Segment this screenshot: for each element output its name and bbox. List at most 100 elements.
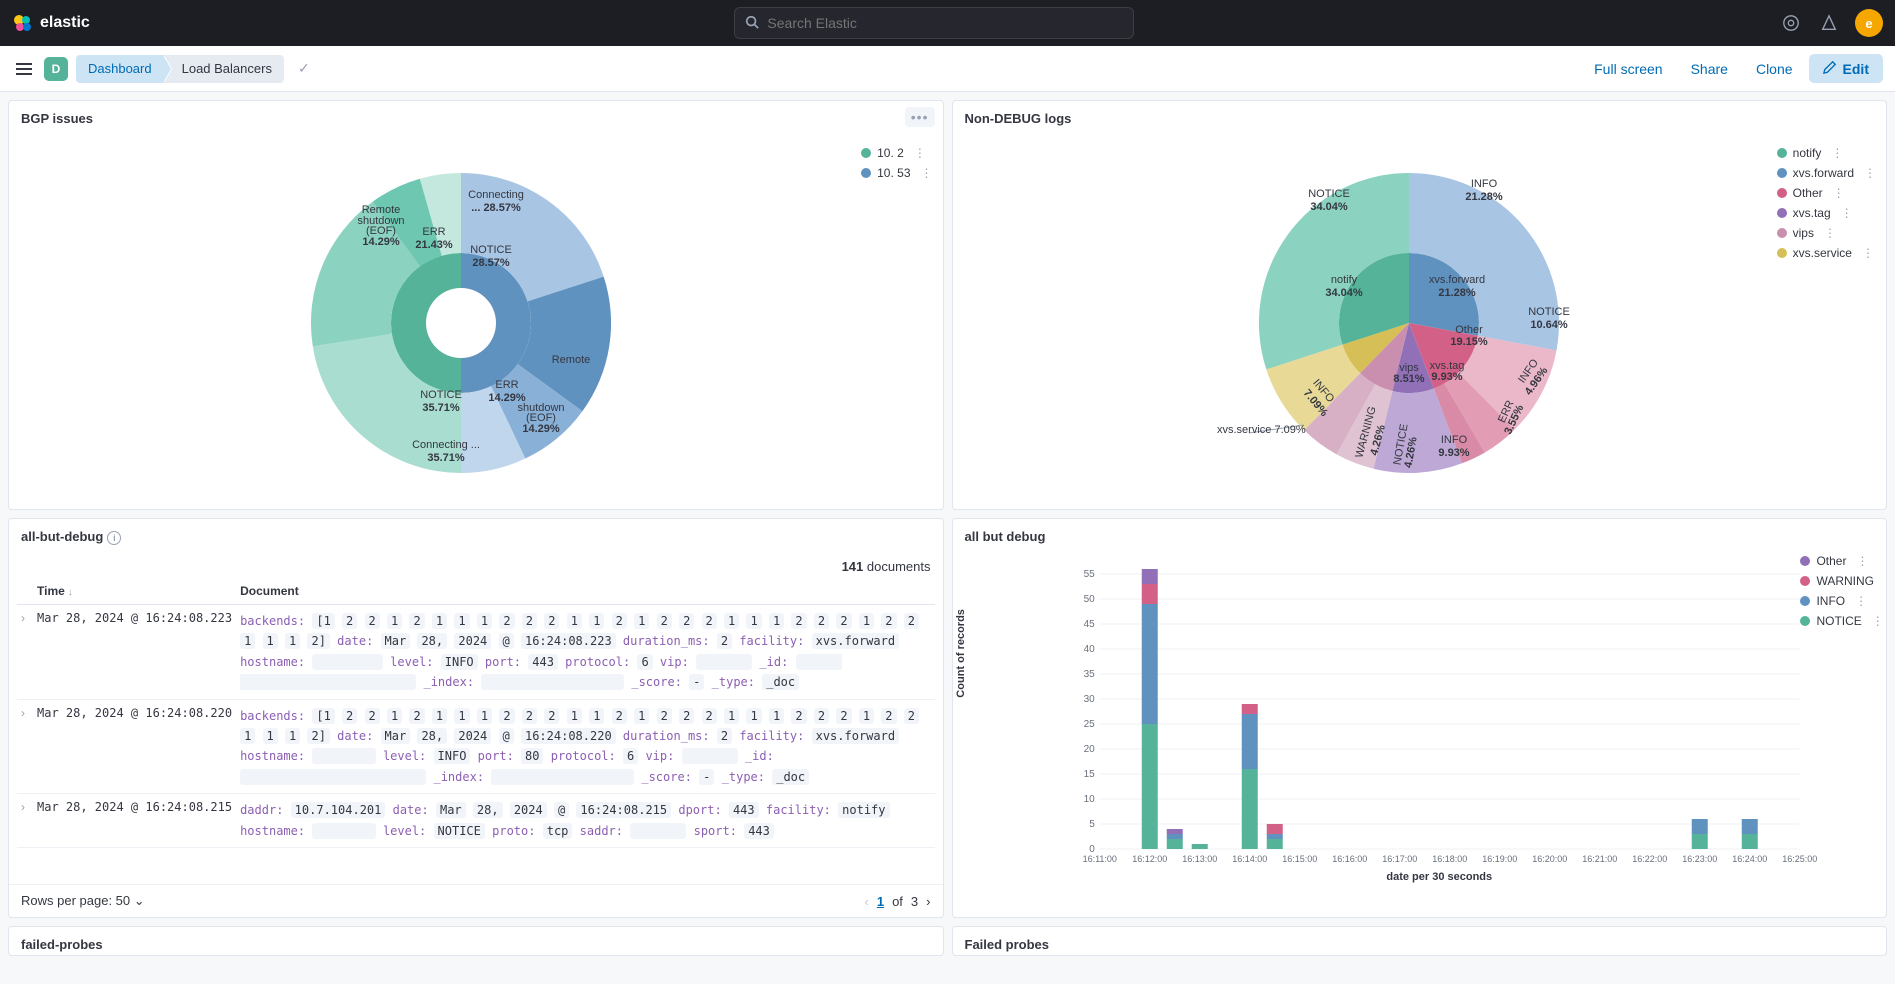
page-next[interactable]: ›	[926, 894, 930, 909]
expand-row-icon[interactable]: ›	[17, 605, 33, 700]
legend-item[interactable]: INFO⋮	[1800, 594, 1887, 608]
svg-text:35.71%: 35.71%	[422, 402, 460, 414]
table-row[interactable]: ›Mar 28, 2024 @ 16:24:08.220backends: [1…	[17, 699, 935, 794]
help-icon[interactable]	[1779, 11, 1803, 35]
document-cell: backends: [1 2 2 1 2 1 1 1 2 2 2 1 1 2 1…	[236, 699, 934, 794]
clone-button[interactable]: Clone	[1744, 55, 1805, 83]
svg-text:16:24:00: 16:24:00	[1732, 854, 1767, 864]
document-table: Time↓ Document ›Mar 28, 2024 @ 16:24:08.…	[17, 578, 935, 848]
global-search[interactable]	[734, 7, 1134, 39]
info-icon[interactable]: i	[107, 531, 121, 545]
panel-title: Failed probes	[965, 937, 1050, 952]
svg-text:16:25:00: 16:25:00	[1782, 854, 1817, 864]
bar-legend: Other⋮ WARNING⋮ INFO⋮ NOTICE⋮	[1800, 554, 1887, 628]
edit-button[interactable]: Edit	[1809, 54, 1883, 83]
bgp-pie-chart[interactable]: Connecting ... 28.57% NOTICE 28.57% Remo…	[286, 153, 666, 493]
chevron-down-icon: ⌄	[134, 893, 145, 908]
legend-menu-icon[interactable]: ⋮	[1864, 166, 1876, 180]
legend-menu-icon[interactable]: ⋮	[914, 146, 926, 160]
legend-item[interactable]: 10. 2⋮	[861, 146, 932, 160]
legend-menu-icon[interactable]: ⋮	[1872, 614, 1884, 628]
space-selector[interactable]: D	[44, 57, 68, 81]
svg-text:21.43%: 21.43%	[415, 239, 453, 251]
legend-menu-icon[interactable]: ⋮	[1855, 594, 1867, 608]
elastic-logo-icon	[12, 12, 34, 34]
legend-item[interactable]: WARNING⋮	[1800, 574, 1887, 588]
panel-title: failed-probes	[21, 937, 103, 952]
svg-text:16:21:00: 16:21:00	[1582, 854, 1617, 864]
table-row[interactable]: ›Mar 28, 2024 @ 16:24:08.215daddr: 10.7.…	[17, 794, 935, 848]
svg-text:ERR: ERR	[495, 379, 518, 391]
legend-item[interactable]: xvs.service⋮	[1777, 246, 1876, 260]
elastic-logo[interactable]: elastic	[12, 12, 90, 34]
svg-text:9.93%: 9.93%	[1432, 371, 1463, 383]
page-prev[interactable]: ‹	[865, 894, 869, 909]
svg-text:15: 15	[1083, 769, 1095, 780]
legend-menu-icon[interactable]: ⋮	[1831, 146, 1843, 160]
breadcrumb-dashboard[interactable]: Dashboard	[76, 55, 164, 83]
table-row[interactable]: ›Mar 28, 2024 @ 16:24:08.223backends: [1…	[17, 605, 935, 700]
legend-menu-icon[interactable]: ⋮	[1856, 554, 1868, 568]
panel-title: all but debug	[965, 529, 1046, 544]
document-cell: backends: [1 2 2 1 2 1 1 1 2 2 2 1 1 2 1…	[236, 605, 934, 700]
svg-text:Connecting: Connecting	[468, 189, 524, 201]
x-axis-label: date per 30 seconds	[1013, 871, 1867, 883]
legend-menu-icon[interactable]: ⋮	[1862, 246, 1874, 260]
svg-text:NOTICE: NOTICE	[1528, 306, 1570, 318]
svg-text:16:23:00: 16:23:00	[1682, 854, 1717, 864]
legend-item[interactable]: xvs.forward⋮	[1777, 166, 1876, 180]
y-axis-label: Count of records	[955, 609, 967, 698]
nondebug-pie-chart[interactable]: NOTICE 34.04% notify 34.04% INFO 21.28% …	[1209, 153, 1629, 493]
panel-title: BGP issues	[21, 111, 93, 126]
svg-text:50: 50	[1083, 594, 1095, 605]
brand-text: elastic	[40, 14, 90, 32]
svg-text:16:17:00: 16:17:00	[1382, 854, 1417, 864]
breadcrumb-current: Load Balancers	[164, 55, 284, 83]
panel-failed-probes-right: Failed probes	[952, 926, 1888, 956]
panel-title: all-but-debug	[21, 529, 103, 544]
svg-text:16:13:00: 16:13:00	[1182, 854, 1217, 864]
svg-text:Remote: Remote	[551, 354, 590, 366]
svg-text:INFO: INFO	[1471, 178, 1498, 190]
panel-menu-icon[interactable]: •••	[905, 107, 935, 127]
legend-item[interactable]: notify⋮	[1777, 146, 1876, 160]
expand-row-icon[interactable]: ›	[17, 699, 33, 794]
time-cell: Mar 28, 2024 @ 16:24:08.215	[33, 794, 236, 848]
legend-menu-icon[interactable]: ⋮	[921, 166, 933, 180]
legend-item[interactable]: 10. 53⋮	[861, 166, 932, 180]
svg-text:16:14:00: 16:14:00	[1232, 854, 1267, 864]
legend-item[interactable]: xvs.tag⋮	[1777, 206, 1876, 220]
column-time[interactable]: Time↓	[33, 578, 236, 605]
legend-item[interactable]: NOTICE⋮	[1800, 614, 1887, 628]
legend-item[interactable]: Other⋮	[1800, 554, 1887, 568]
nav-toggle-icon[interactable]	[12, 57, 36, 81]
legend-menu-icon[interactable]: ⋮	[1884, 574, 1887, 588]
app-header: D Dashboard Load Balancers ✓ Full screen…	[0, 46, 1895, 92]
legend-item[interactable]: vips⋮	[1777, 226, 1876, 240]
share-button[interactable]: Share	[1679, 55, 1740, 83]
user-avatar[interactable]: e	[1855, 9, 1883, 37]
expand-row-icon[interactable]: ›	[17, 794, 33, 848]
legend-item[interactable]: Other⋮	[1777, 186, 1876, 200]
search-icon	[745, 15, 759, 32]
rows-per-page[interactable]: Rows per page: 50 ⌄	[21, 893, 145, 909]
svg-text:14.29%: 14.29%	[362, 236, 400, 248]
time-cell: Mar 28, 2024 @ 16:24:08.220	[33, 699, 236, 794]
nondebug-legend: notify⋮ xvs.forward⋮ Other⋮ xvs.tag⋮ vip…	[1777, 146, 1876, 260]
svg-text:8.51%: 8.51%	[1394, 373, 1425, 385]
fullscreen-button[interactable]: Full screen	[1582, 55, 1674, 83]
legend-menu-icon[interactable]: ⋮	[1841, 206, 1853, 220]
page-current[interactable]: 1	[877, 894, 884, 909]
svg-text:35: 35	[1083, 669, 1095, 680]
column-document[interactable]: Document	[236, 578, 934, 605]
svg-text:34.04%: 34.04%	[1311, 201, 1349, 213]
newsfeed-icon[interactable]	[1817, 11, 1841, 35]
svg-text:14.29%: 14.29%	[522, 423, 560, 435]
legend-menu-icon[interactable]: ⋮	[1833, 186, 1845, 200]
all-but-debug-bar-chart[interactable]: 55504540 35302520 151050 16:11:0016:12:0…	[1013, 564, 1867, 864]
svg-text:55: 55	[1083, 569, 1095, 580]
legend-menu-icon[interactable]: ⋮	[1824, 226, 1836, 240]
svg-text:16:16:00: 16:16:00	[1332, 854, 1367, 864]
svg-text:NOTICE: NOTICE	[470, 244, 512, 256]
global-search-input[interactable]	[767, 15, 1123, 31]
